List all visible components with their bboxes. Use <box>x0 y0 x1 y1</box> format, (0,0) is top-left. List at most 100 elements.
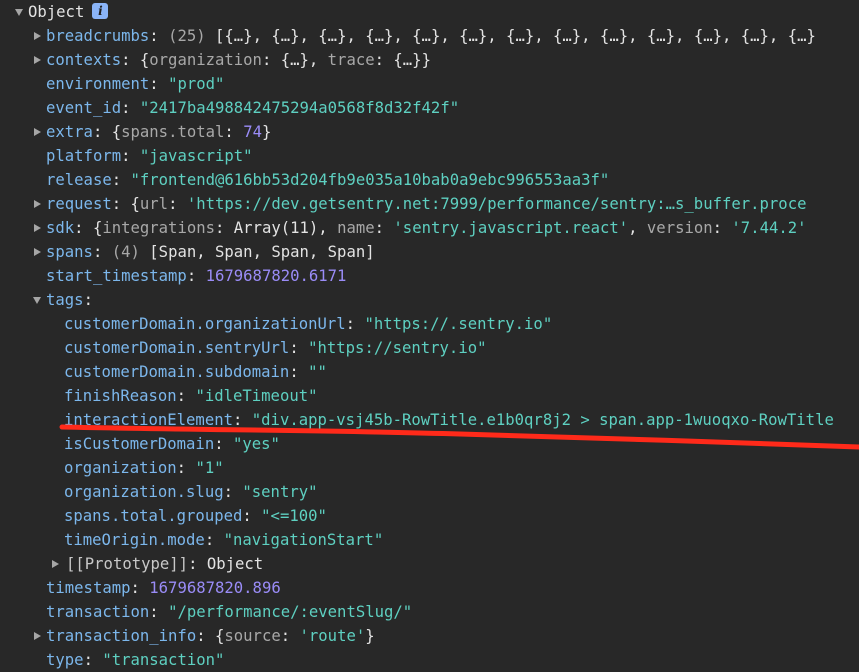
property-value-fragment: "yes" <box>233 435 280 453</box>
collapse-arrow-icon[interactable] <box>31 288 43 312</box>
property-value-fragment: "https://.sentry.io" <box>364 315 553 333</box>
expand-arrow-icon[interactable] <box>31 120 43 144</box>
property-list: breadcrumbs: (25) [{…}, {…}, {…}, {…}, {… <box>0 24 859 672</box>
property-value-fragment: "div.app-vsj45b-RowTitle.e1b0qr8j2 > spa… <box>251 411 834 429</box>
property-value-fragment: "prod" <box>168 75 225 93</box>
key-separator: : <box>149 27 169 45</box>
property-key: transaction <box>46 603 150 621</box>
property-row-contexts[interactable]: contexts: {organization: {…}, trace: {…}… <box>0 48 859 72</box>
property-key: spans.total.grouped <box>64 507 243 525</box>
property-row-environment: environment: "prod" <box>0 72 859 96</box>
key-separator: : <box>130 579 150 597</box>
property-key: customerDomain.subdomain <box>64 363 290 381</box>
property-row-breadcrumbs[interactable]: breadcrumbs: (25) [{…}, {…}, {…}, {…}, {… <box>0 24 859 48</box>
property-value-fragment: : {…}, <box>261 51 328 69</box>
property-key: request <box>46 195 112 213</box>
property-key: isCustomerDomain <box>64 435 215 453</box>
expand-arrow-icon[interactable] <box>49 552 61 576</box>
property-row-start-timestamp: start_timestamp: 1679687820.6171 <box>0 264 859 288</box>
key-separator: : <box>83 651 103 669</box>
property-value-fragment: url <box>139 195 169 213</box>
expand-arrow-icon[interactable] <box>31 624 43 648</box>
property-value-fragment: { <box>92 219 103 237</box>
property-key: platform <box>46 147 122 165</box>
property-key: transaction_info <box>46 627 197 645</box>
expand-arrow-icon[interactable] <box>31 24 43 48</box>
property-row-transaction: transaction: "/performance/:eventSlug/" <box>0 600 859 624</box>
property-row-prototype[interactable]: [[Prototype]]: Object <box>0 552 859 576</box>
key-separator: : <box>111 195 131 213</box>
property-value-fragment: name <box>337 219 375 237</box>
property-row-release: release: "frontend@616bb53d204fb9e035a10… <box>0 168 859 192</box>
key-separator: : <box>176 387 196 405</box>
property-value-fragment: "javascript" <box>139 147 253 165</box>
property-row-spans[interactable]: spans: (4) [Span, Span, Span, Span] <box>0 240 859 264</box>
key-separator: : <box>289 363 309 381</box>
property-value-fragment: 1679687820.6171 <box>205 267 347 285</box>
key-separator: : <box>149 603 169 621</box>
key-separator: : <box>92 243 112 261</box>
property-value-fragment: "https://sentry.io" <box>308 339 487 357</box>
property-value-fragment: 74 <box>243 123 262 141</box>
info-icon[interactable]: i <box>92 3 109 19</box>
property-value-fragment: { <box>111 123 122 141</box>
property-row-customerdomain-subdomain: customerDomain.subdomain: "" <box>0 360 859 384</box>
property-key: interactionElement <box>64 411 233 429</box>
property-value-fragment: { <box>130 195 140 213</box>
property-value-fragment: version <box>646 219 713 237</box>
property-key: type <box>46 651 84 669</box>
property-value-fragment: { <box>139 51 150 69</box>
property-key: spans <box>46 243 93 261</box>
property-value-fragment: 'https://dev.getsentry.net:7999/performa… <box>186 195 807 213</box>
property-row-platform: platform: "javascript" <box>0 144 859 168</box>
property-value-fragment: organization <box>149 51 262 69</box>
key-separator: : <box>92 123 112 141</box>
expand-arrow-icon[interactable] <box>31 192 43 216</box>
property-value-fragment: (25) <box>168 27 216 45</box>
property-value-fragment: "1" <box>195 459 224 477</box>
property-value-fragment: Object <box>206 555 264 573</box>
property-row-timeorigin-mode: timeOrigin.mode: "navigationStart" <box>0 528 859 552</box>
property-row-spans-total-grouped: spans.total.grouped: "<=100" <box>0 504 859 528</box>
key-separator: : <box>83 291 93 309</box>
property-row-organization: organization: "1" <box>0 456 859 480</box>
key-separator: : <box>196 627 215 645</box>
expand-arrow-icon[interactable] <box>31 216 43 240</box>
property-value-fragment: "sentry" <box>242 483 318 501</box>
property-key: contexts <box>46 51 122 69</box>
object-tree: Object i breadcrumbs: (25) [{…}, {…}, {…}… <box>0 0 859 672</box>
property-row-extra[interactable]: extra: {spans.total: 74} <box>0 120 859 144</box>
property-value-fragment: trace <box>327 51 375 69</box>
property-value-fragment: "transaction" <box>102 651 225 669</box>
property-value-fragment: spans.total <box>121 123 225 141</box>
property-value-fragment: "frontend@616bb53d204fb9e035a10bab0a9ebc… <box>130 171 610 189</box>
expand-arrow-icon[interactable] <box>31 48 43 72</box>
property-key: timeOrigin.mode <box>64 531 205 549</box>
property-row-transaction-info[interactable]: transaction_info: {source: 'route'} <box>0 624 859 648</box>
property-value-fragment: , <box>628 219 647 237</box>
key-separator: : <box>345 315 365 333</box>
key-separator: : <box>111 171 131 189</box>
property-value-fragment: "" <box>308 363 327 381</box>
property-row-timestamp: timestamp: 1679687820.896 <box>0 576 859 600</box>
property-key: tags <box>46 291 84 309</box>
property-value-fragment: 'route' <box>299 627 366 645</box>
collapse-arrow-icon[interactable] <box>13 0 25 24</box>
property-value-fragment: "navigationStart" <box>223 531 384 549</box>
property-value-fragment: : <box>374 219 394 237</box>
property-key: extra <box>46 123 93 141</box>
property-row-request[interactable]: request: {url: 'https://dev.getsentry.ne… <box>0 192 859 216</box>
property-row-event-id: event_id: "2417ba498842475294a0568f8d32f… <box>0 96 859 120</box>
property-key: finishReason <box>64 387 177 405</box>
property-value-fragment: source <box>224 627 281 645</box>
expand-arrow-icon[interactable] <box>31 240 43 264</box>
root-object-row[interactable]: Object i <box>0 0 859 24</box>
property-key: event_id <box>46 99 122 117</box>
property-row-sdk[interactable]: sdk: {integrations: Array(11), name: 'se… <box>0 216 859 240</box>
key-separator: : <box>121 99 140 117</box>
property-value-fragment: [Span, Span, Span, Span] <box>149 243 375 261</box>
property-value-fragment: '7.44.2' <box>731 219 807 237</box>
key-separator: : <box>74 219 93 237</box>
property-row-tags[interactable]: tags: <box>0 288 859 312</box>
property-row-finishreason: finishReason: "idleTimeout" <box>0 384 859 408</box>
